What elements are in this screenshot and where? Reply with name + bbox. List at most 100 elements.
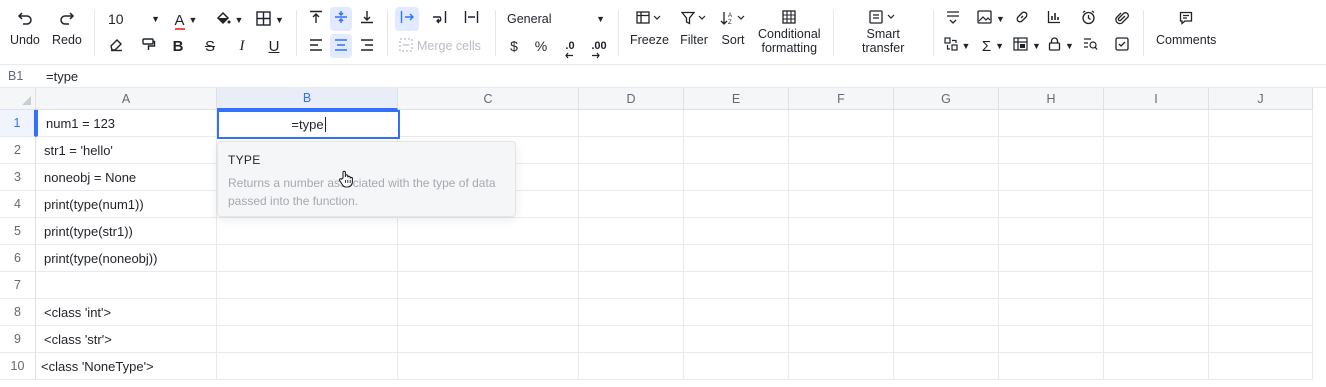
cell-g2[interactable] <box>894 137 999 164</box>
cell-e8[interactable] <box>684 299 789 326</box>
cell-a2[interactable]: str1 = 'hello' <box>36 137 217 164</box>
cell-g9[interactable] <box>894 326 999 353</box>
align-bottom-button[interactable] <box>356 7 378 31</box>
cell-j1[interactable] <box>1209 110 1313 137</box>
cell-i10[interactable] <box>1104 353 1209 380</box>
cell-h10[interactable] <box>999 353 1104 380</box>
undo-button[interactable]: Undo <box>10 8 40 47</box>
row-header-5[interactable]: 5 <box>0 218 36 245</box>
cell-h3[interactable] <box>999 164 1104 191</box>
cell-f1[interactable] <box>789 110 894 137</box>
cell-h8[interactable] <box>999 299 1104 326</box>
cell-a3[interactable]: noneobj = None <box>36 164 217 191</box>
row-header-3[interactable]: 3 <box>0 164 36 191</box>
cell-i4[interactable] <box>1104 191 1209 218</box>
cell-b7[interactable] <box>217 272 398 299</box>
cell-h1[interactable] <box>999 110 1104 137</box>
format-painter-button[interactable] <box>138 34 158 58</box>
cell-b5[interactable] <box>217 218 398 245</box>
strikethrough-button[interactable]: S <box>200 34 220 58</box>
cell-f3[interactable] <box>789 164 894 191</box>
cell-d5[interactable] <box>579 218 684 245</box>
row-header-1[interactable]: 1 <box>0 110 36 137</box>
cell-g5[interactable] <box>894 218 999 245</box>
font-size-select[interactable]: 10 ▼ <box>108 8 160 30</box>
cell-g8[interactable] <box>894 299 999 326</box>
cell-b8[interactable] <box>217 299 398 326</box>
cell-h4[interactable] <box>999 191 1104 218</box>
cell-i2[interactable] <box>1104 137 1209 164</box>
merge-cells-button[interactable]: Merge cells <box>399 36 481 56</box>
cell-e7[interactable] <box>684 272 789 299</box>
cell-j7[interactable] <box>1209 272 1313 299</box>
cell-i9[interactable] <box>1104 326 1209 353</box>
find-replace-button[interactable] <box>1080 34 1100 58</box>
cell-f2[interactable] <box>789 137 894 164</box>
cell-a10[interactable]: <class 'NoneType'> <box>36 353 217 380</box>
cell-f8[interactable] <box>789 299 894 326</box>
cell-e4[interactable] <box>684 191 789 218</box>
align-left-button[interactable] <box>305 34 327 58</box>
column-header-e[interactable]: E <box>684 88 789 110</box>
attachment-button[interactable] <box>1112 7 1132 31</box>
column-header-i[interactable]: I <box>1104 88 1209 110</box>
clear-format-button[interactable] <box>106 34 126 58</box>
column-header-g[interactable]: G <box>894 88 999 110</box>
cell-i8[interactable] <box>1104 299 1209 326</box>
cell-c1[interactable] <box>398 110 579 137</box>
currency-button[interactable]: $ <box>504 34 524 58</box>
pivot-table-button[interactable]: ▼ <box>942 34 972 58</box>
redo-button[interactable]: Redo <box>52 8 82 47</box>
active-cell-editor[interactable]: =type <box>217 110 400 139</box>
row-header-8[interactable]: 8 <box>0 299 36 326</box>
cell-f4[interactable] <box>789 191 894 218</box>
text-color-button[interactable]: A ▼ <box>170 8 202 32</box>
cell-c6[interactable] <box>398 245 579 272</box>
cell-i3[interactable] <box>1104 164 1209 191</box>
decrease-decimal-button[interactable]: .0 <box>558 34 582 59</box>
formula-input[interactable]: =type <box>36 69 78 84</box>
functions-button[interactable]: Σ ▼ <box>978 34 1008 58</box>
cell-a4[interactable]: print(type(num1)) <box>36 191 217 218</box>
insert-chart-button[interactable] <box>1044 7 1064 31</box>
cell-j8[interactable] <box>1209 299 1313 326</box>
cell-h6[interactable] <box>999 245 1104 272</box>
cell-j10[interactable] <box>1209 353 1313 380</box>
cell-a1[interactable]: num1 = 123 <box>36 110 217 137</box>
cell-d10[interactable] <box>579 353 684 380</box>
freeze-button[interactable]: Freeze <box>630 8 669 47</box>
row-header-9[interactable]: 9 <box>0 326 36 353</box>
align-middle-button[interactable] <box>330 7 352 31</box>
align-top-button[interactable] <box>305 7 327 31</box>
row-header-7[interactable]: 7 <box>0 272 36 299</box>
number-format-select[interactable]: General ▼ <box>507 8 605 30</box>
cell-i1[interactable] <box>1104 110 1209 137</box>
cell-j3[interactable] <box>1209 164 1313 191</box>
cell-e5[interactable] <box>684 218 789 245</box>
cell-reference[interactable]: B1 <box>0 69 36 83</box>
cell-f7[interactable] <box>789 272 894 299</box>
cell-g4[interactable] <box>894 191 999 218</box>
increase-decimal-button[interactable]: .00 <box>587 34 611 59</box>
cell-g7[interactable] <box>894 272 999 299</box>
cell-h5[interactable] <box>999 218 1104 245</box>
cell-c5[interactable] <box>398 218 579 245</box>
cell-c7[interactable] <box>398 272 579 299</box>
cell-i5[interactable] <box>1104 218 1209 245</box>
wrap-overflow-button[interactable] <box>395 7 419 31</box>
cell-a8[interactable]: <class 'int'> <box>36 299 217 326</box>
cell-e2[interactable] <box>684 137 789 164</box>
cell-g1[interactable] <box>894 110 999 137</box>
sort-button[interactable]: AZ Sort <box>719 8 747 47</box>
column-header-f[interactable]: F <box>789 88 894 110</box>
wrap-text-button[interactable] <box>427 7 451 31</box>
borders-button[interactable]: ▼ <box>254 8 286 32</box>
cell-j6[interactable] <box>1209 245 1313 272</box>
conditional-formatting-button[interactable]: Conditional formatting <box>758 8 821 55</box>
column-header-c[interactable]: C <box>398 88 579 110</box>
cell-f5[interactable] <box>789 218 894 245</box>
insert-image-button[interactable]: ▼ <box>974 7 1008 31</box>
smart-transfer-button[interactable]: Smart transfer <box>862 8 904 55</box>
column-header-b[interactable]: B <box>217 88 398 110</box>
cell-d4[interactable] <box>579 191 684 218</box>
